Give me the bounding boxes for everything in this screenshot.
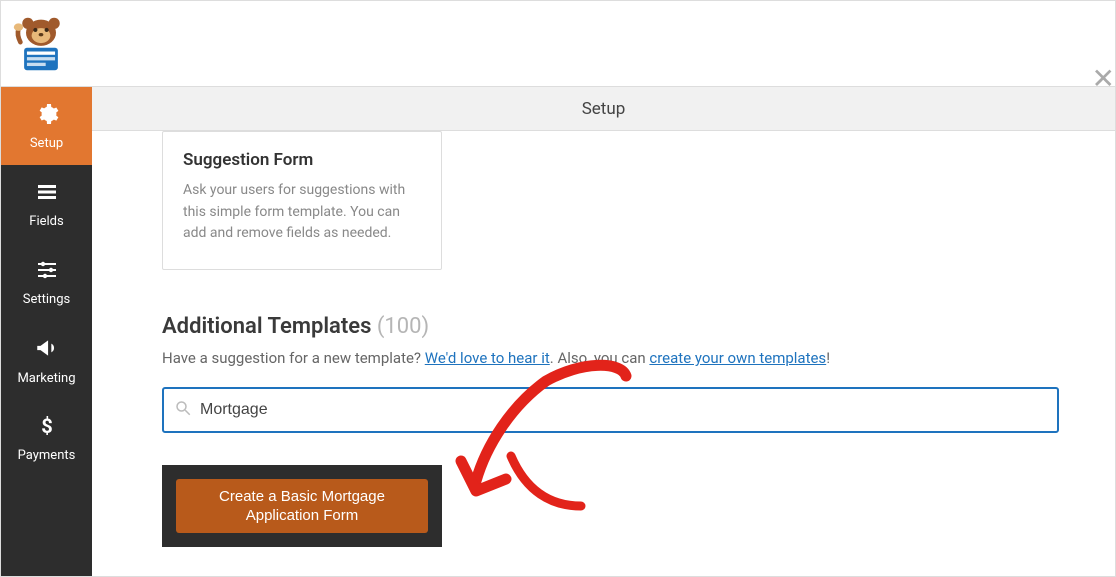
sidebar-item-label: Settings <box>23 292 70 307</box>
list-icon <box>35 180 59 208</box>
template-search-wrap <box>162 387 1059 433</box>
feedback-link[interactable]: We'd love to hear it <box>425 349 550 367</box>
template-card-desc: Ask your users for suggestions with this… <box>183 180 421 245</box>
template-search-input[interactable] <box>200 401 1047 419</box>
search-result-card: Create a Basic Mortgage Application Form <box>162 465 442 547</box>
sidebar-item-payments[interactable]: $ Payments <box>1 399 92 477</box>
sidebar-item-marketing[interactable]: Marketing <box>1 321 92 399</box>
sidebar-item-setup[interactable]: Setup <box>1 87 92 165</box>
content-area: Suggestion Form Ask your users for sugge… <box>92 131 1115 576</box>
sidebar-item-label: Setup <box>30 136 63 151</box>
heading-text: Additional Templates <box>162 314 371 339</box>
page-title-text: Setup <box>582 99 626 119</box>
create-form-button[interactable]: Create a Basic Mortgage Application Form <box>176 479 428 533</box>
sidebar-item-settings[interactable]: Settings <box>1 243 92 321</box>
template-card-suggestion[interactable]: Suggestion Form Ask your users for sugge… <box>162 131 442 270</box>
additional-templates-heading: Additional Templates (100) <box>162 314 1075 339</box>
sidebar-item-label: Marketing <box>17 371 75 386</box>
subtext-mid: . Also, you can <box>550 349 650 367</box>
bullhorn-icon <box>34 335 60 365</box>
sidebar: Setup Fields Settings Marketing $ Paymen… <box>1 87 92 576</box>
sliders-icon <box>35 258 59 286</box>
gear-icon <box>35 102 59 130</box>
svg-text:$: $ <box>41 414 52 438</box>
close-icon[interactable]: ✕ <box>1092 65 1115 93</box>
heading-count: (100) <box>377 314 429 339</box>
templates-subtext: Have a suggestion for a new template? We… <box>162 349 1075 367</box>
subtext-prefix: Have a suggestion for a new template? <box>162 349 425 367</box>
top-bar: ✕ <box>1 1 1115 87</box>
page-title: Setup <box>92 87 1115 131</box>
main-area: Setup Suggestion Form Ask your users for… <box>92 87 1115 576</box>
create-own-link[interactable]: create your own templates <box>649 349 826 367</box>
sidebar-item-label: Payments <box>18 448 76 463</box>
sidebar-item-fields[interactable]: Fields <box>1 165 92 243</box>
dollar-icon: $ <box>35 414 59 442</box>
search-icon <box>174 399 200 421</box>
sidebar-item-label: Fields <box>29 214 63 229</box>
subtext-suffix: ! <box>826 349 830 367</box>
app-mascot-icon <box>11 14 71 74</box>
template-card-title: Suggestion Form <box>183 150 421 170</box>
